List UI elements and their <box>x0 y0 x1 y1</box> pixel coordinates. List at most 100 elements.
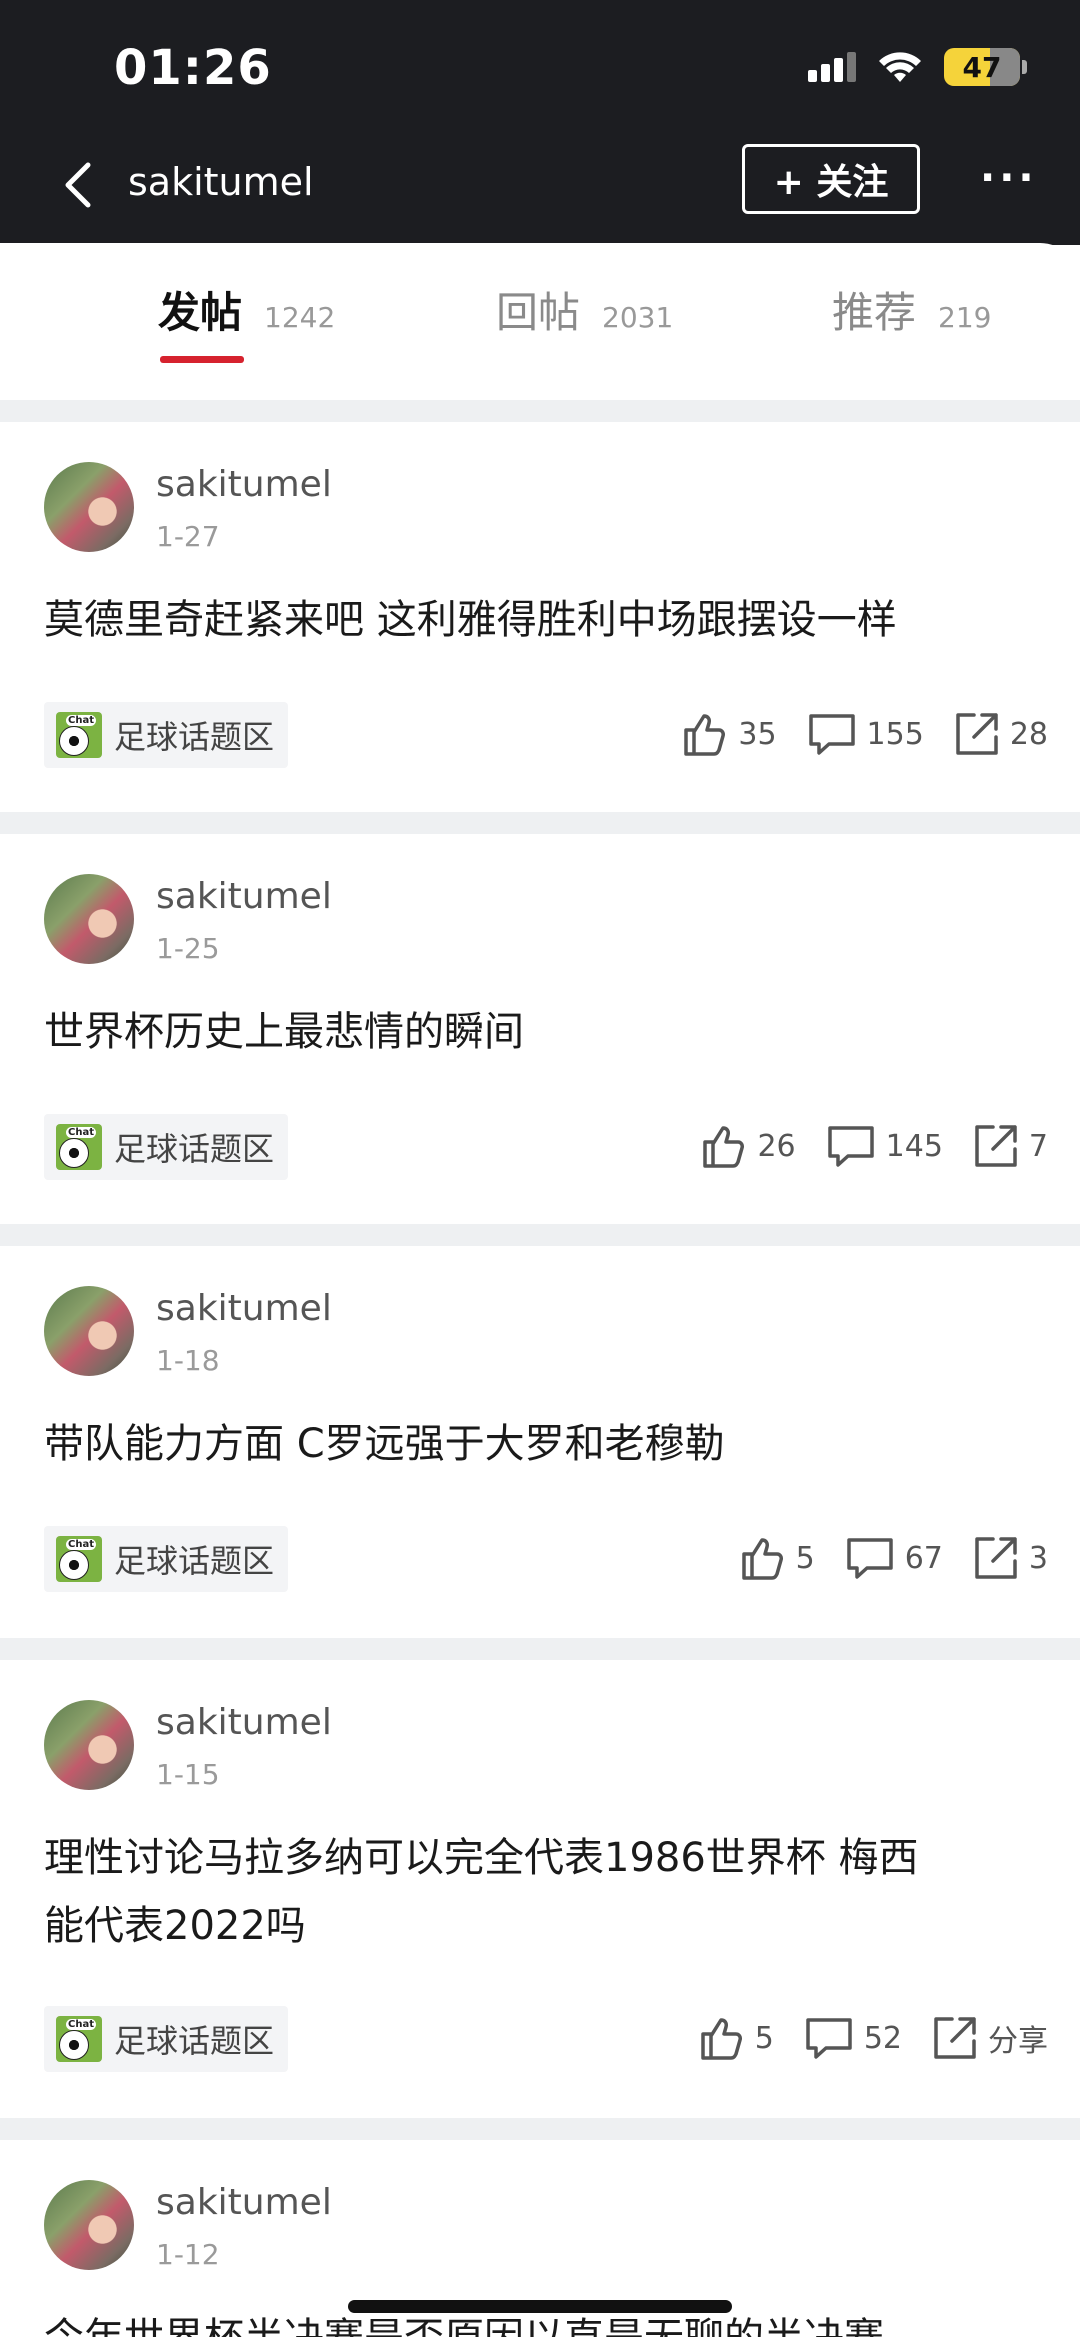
active-tab-indicator <box>160 356 244 363</box>
topic-tag[interactable]: Chat 足球话题区 <box>44 2006 289 2072</box>
author-name[interactable]: sakitumel <box>156 1702 332 1743</box>
follow-button[interactable]: + 关注 <box>742 144 920 214</box>
like-button[interactable]: 5 <box>697 2014 774 2062</box>
share-count: 3 <box>1028 1540 1048 1576</box>
post-title[interactable]: 世界杯历史上最悲情的瞬间 <box>44 998 1044 1066</box>
tab-recommend[interactable]: 推荐 219 <box>832 279 991 340</box>
like-count: 26 <box>757 1128 796 1164</box>
topic-tag[interactable]: Chat 足球话题区 <box>44 702 289 768</box>
tab-posts[interactable]: 发帖 1242 <box>158 279 335 340</box>
comment-count: 155 <box>866 716 924 752</box>
status-icons: 47 <box>808 48 1027 86</box>
share-count: 28 <box>1009 716 1048 752</box>
like-button[interactable]: 26 <box>699 1122 796 1170</box>
post-date: 1-25 <box>156 932 220 965</box>
post-actions: 5 52 分享 <box>697 2014 1048 2062</box>
author-name[interactable]: sakitumel <box>156 1288 332 1329</box>
comment-count: 52 <box>863 2020 902 2056</box>
avatar[interactable] <box>44 2180 134 2270</box>
avatar[interactable] <box>44 1286 134 1376</box>
football-chat-icon: Chat <box>56 712 102 758</box>
post-date: 1-15 <box>156 1758 220 1791</box>
thumbs-up-icon <box>703 1126 745 1168</box>
comment-button[interactable]: 155 <box>807 710 924 758</box>
status-time: 01:26 <box>114 40 272 96</box>
topic-tag[interactable]: Chat 足球话题区 <box>44 1526 289 1592</box>
post-card[interactable]: sakitumel 1-15 理性讨论马拉多纳可以完全代表1986世界杯 梅西 … <box>0 1660 1080 2118</box>
divider <box>0 812 1080 834</box>
share-icon <box>975 1125 1017 1167</box>
thumbs-up-icon <box>741 1538 783 1580</box>
author-name[interactable]: sakitumel <box>156 2182 332 2223</box>
tab-replies[interactable]: 回帖 2031 <box>496 279 673 340</box>
back-arrow-icon[interactable] <box>58 160 98 210</box>
share-label: 分享 <box>988 2024 1048 2059</box>
comment-icon <box>827 1126 874 1167</box>
post-card[interactable]: sakitumel 1-27 莫德里奇赶紧来吧 这利雅得胜利中场跟摆设一样 Ch… <box>0 422 1080 812</box>
tab-replies-label: 回帖 <box>496 288 581 337</box>
like-button[interactable]: 5 <box>738 1534 815 1582</box>
tab-replies-count: 2031 <box>602 301 674 334</box>
signal-icon <box>808 52 856 82</box>
topic-tag[interactable]: Chat 足球话题区 <box>44 1114 289 1180</box>
avatar[interactable] <box>44 462 134 552</box>
share-button[interactable]: 7 <box>973 1123 1048 1169</box>
post-title[interactable]: 带队能力方面 C罗远强于大罗和老穆勒 <box>44 1410 1044 1478</box>
battery-level: 47 <box>962 50 1002 84</box>
author-name[interactable]: sakitumel <box>156 876 332 917</box>
divider <box>0 2118 1080 2140</box>
battery-icon: 47 <box>944 48 1027 86</box>
thumbs-up-icon <box>700 2018 742 2060</box>
post-date: 1-12 <box>156 2238 220 2271</box>
post-date: 1-18 <box>156 1344 220 1377</box>
comment-count: 145 <box>885 1128 943 1164</box>
post-card[interactable]: sakitumel 1-18 带队能力方面 C罗远强于大罗和老穆勒 Chat 足… <box>0 1246 1080 1638</box>
comment-button[interactable]: 67 <box>845 1534 943 1582</box>
comment-icon <box>808 714 855 755</box>
post-title-line: 能代表2022吗 <box>44 1903 306 1949</box>
divider <box>0 1638 1080 1660</box>
football-chat-icon: Chat <box>56 1124 102 1170</box>
post-card[interactable]: sakitumel 1-25 世界杯历史上最悲情的瞬间 Chat 足球话题区 2… <box>0 834 1080 1224</box>
topic-tag-label: 足球话题区 <box>114 2022 275 2060</box>
share-button[interactable]: 分享 <box>932 2015 1048 2061</box>
comment-button[interactable]: 145 <box>826 1122 943 1170</box>
thumbs-up-icon <box>684 714 726 756</box>
topic-tag-label: 足球话题区 <box>114 1542 275 1580</box>
avatar[interactable] <box>44 1700 134 1790</box>
share-count: 7 <box>1028 1128 1048 1164</box>
divider <box>0 1224 1080 1246</box>
tab-posts-count: 1242 <box>264 301 336 334</box>
more-icon[interactable]: ··· <box>980 155 1038 201</box>
comment-icon <box>806 2018 852 2059</box>
tab-bar: 发帖 1242 回帖 2031 推荐 219 <box>0 243 1080 400</box>
post-actions: 35 155 28 <box>680 710 1048 758</box>
wifi-icon <box>879 52 921 82</box>
topic-tag-label: 足球话题区 <box>114 1130 275 1168</box>
football-chat-icon: Chat <box>56 1536 102 1582</box>
home-indicator[interactable] <box>348 2300 732 2313</box>
comment-button[interactable]: 52 <box>804 2014 902 2062</box>
nav-bar: sakitumel + 关注 ··· <box>0 140 1080 230</box>
author-name[interactable]: sakitumel <box>156 464 332 505</box>
comment-count: 67 <box>904 1540 943 1576</box>
like-button[interactable]: 35 <box>680 710 777 758</box>
like-count: 5 <box>754 2020 774 2056</box>
share-icon <box>975 1537 1017 1579</box>
post-title[interactable]: 理性讨论马拉多纳可以完全代表1986世界杯 梅西 能代表2022吗 <box>44 1824 1044 1960</box>
share-icon <box>934 2017 976 2059</box>
share-icon <box>956 713 998 755</box>
divider <box>0 400 1080 422</box>
topic-tag-label: 足球话题区 <box>114 718 275 756</box>
post-actions: 5 67 3 <box>738 1534 1048 1582</box>
share-button[interactable]: 28 <box>954 711 1048 757</box>
comment-icon <box>846 1538 893 1579</box>
profile-username: sakitumel <box>128 160 314 204</box>
share-button[interactable]: 3 <box>973 1535 1048 1581</box>
avatar[interactable] <box>44 874 134 964</box>
post-title-line: 理性讨论马拉多纳可以完全代表1986世界杯 梅西 <box>44 1835 919 1881</box>
football-chat-icon: Chat <box>56 2016 102 2062</box>
post-title[interactable]: 莫德里奇赶紧来吧 这利雅得胜利中场跟摆设一样 <box>44 586 1044 654</box>
like-count: 35 <box>738 716 777 752</box>
tab-recommend-label: 推荐 <box>832 288 917 337</box>
